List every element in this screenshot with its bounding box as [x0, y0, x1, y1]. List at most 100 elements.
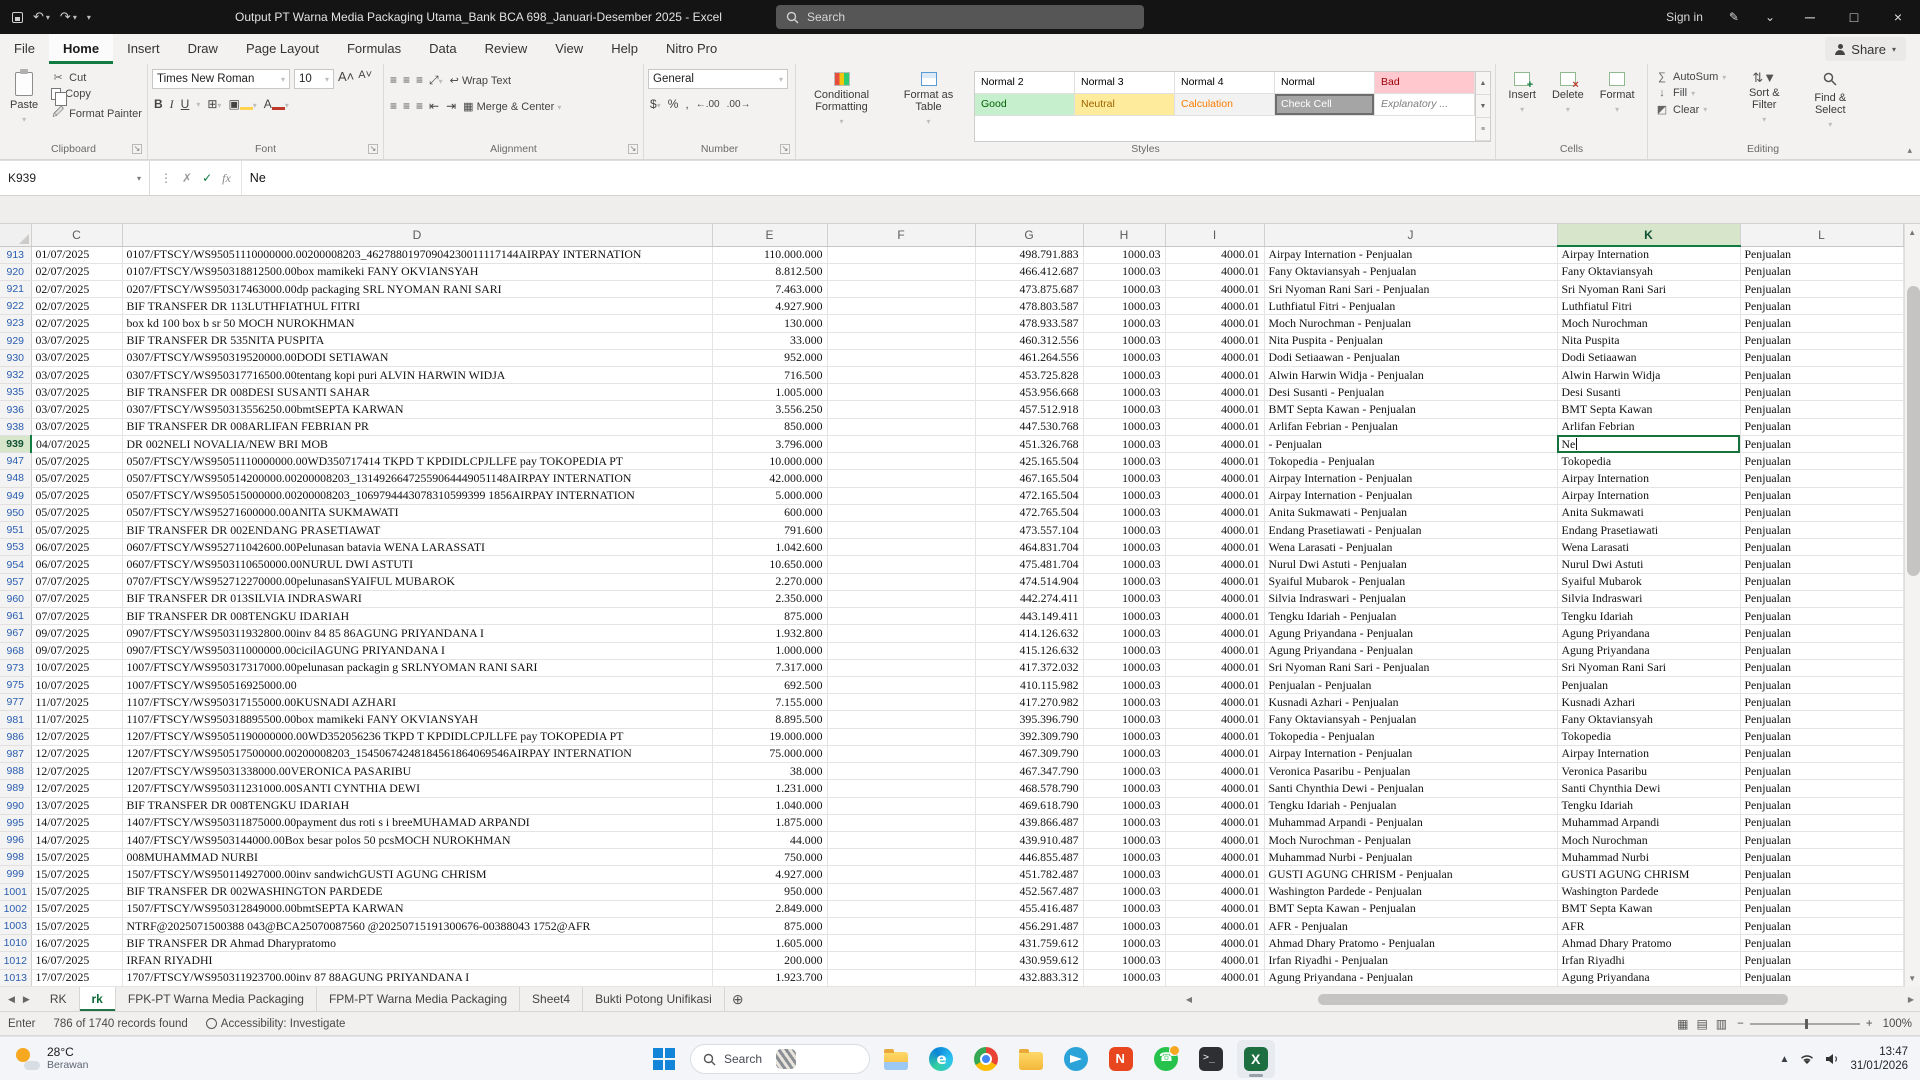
- cell-K1003[interactable]: AFR: [1557, 917, 1741, 936]
- cell-G935[interactable]: 453.956.668: [975, 383, 1084, 402]
- cell-I953[interactable]: 4000.01: [1165, 538, 1265, 557]
- insert-function-button[interactable]: fx: [222, 171, 231, 186]
- cell-E936[interactable]: 3.556.250: [712, 400, 828, 419]
- scroll-up-icon[interactable]: ▲: [1905, 224, 1920, 241]
- cell-G1010[interactable]: 431.759.612: [975, 934, 1084, 953]
- cell-K988[interactable]: Veronica Pasaribu: [1557, 762, 1741, 781]
- ribbon-tab-draw[interactable]: Draw: [174, 34, 232, 64]
- cell-I973[interactable]: 4000.01: [1165, 659, 1265, 677]
- merge-center-button[interactable]: ▦ Merge & Center ▾: [463, 100, 561, 113]
- cell-H921[interactable]: 1000.03: [1083, 280, 1166, 299]
- row-header-923[interactable]: 923: [0, 314, 32, 333]
- cell-L996[interactable]: Penjualan: [1740, 831, 1904, 850]
- cell-K936[interactable]: BMT Septa Kawan: [1557, 400, 1741, 419]
- cell-I935[interactable]: 4000.01: [1165, 383, 1265, 402]
- cell-E996[interactable]: 44.000: [712, 831, 828, 850]
- cell-L1012[interactable]: Penjualan: [1740, 951, 1904, 970]
- cell-H960[interactable]: 1000.03: [1083, 590, 1166, 609]
- cell-I961[interactable]: 4000.01: [1165, 607, 1265, 626]
- cell-L981[interactable]: Penjualan: [1740, 710, 1904, 729]
- cell-C968[interactable]: 09/07/2025: [31, 642, 123, 660]
- cell-style-normal-4[interactable]: Normal 4: [1175, 72, 1275, 94]
- gallery-down-icon[interactable]: ▼: [1476, 95, 1490, 118]
- cell-K930[interactable]: Dodi Setiaawan: [1557, 349, 1741, 368]
- cell-L1013[interactable]: Penjualan: [1740, 969, 1904, 988]
- cell-I988[interactable]: 4000.01: [1165, 762, 1265, 781]
- cell-K923[interactable]: Moch Nurochman: [1557, 314, 1741, 333]
- cell-J954[interactable]: Nurul Dwi Astuti - Penjualan: [1264, 555, 1558, 574]
- cell-H954[interactable]: 1000.03: [1083, 555, 1166, 574]
- cell-H929[interactable]: 1000.03: [1083, 332, 1166, 350]
- cell-J1001[interactable]: Washington Pardede - Penjualan: [1264, 883, 1558, 901]
- dialog-launcher-icon[interactable]: ↘: [780, 144, 790, 154]
- autosum-button[interactable]: ∑ AutoSum ▾: [1652, 70, 1729, 84]
- cell-K913[interactable]: Airpay Internation: [1557, 246, 1741, 264]
- cell-L920[interactable]: Penjualan: [1740, 263, 1904, 281]
- cell-K1001[interactable]: Washington Pardede: [1557, 883, 1741, 901]
- cell-J920[interactable]: Fany Oktaviansyah - Penjualan: [1264, 263, 1558, 281]
- column-header-F[interactable]: F: [827, 224, 976, 247]
- borders-button[interactable]: ⊞▾: [207, 97, 221, 111]
- cell-L1010[interactable]: Penjualan: [1740, 934, 1904, 953]
- cell-J973[interactable]: Sri Nyoman Rani Sari - Penjualan: [1264, 659, 1558, 677]
- decrease-font-size-button[interactable]: A˅: [358, 69, 372, 89]
- cell-C951[interactable]: 05/07/2025: [31, 521, 123, 540]
- cell-G990[interactable]: 469.618.790: [975, 797, 1084, 815]
- cell-K954[interactable]: Nurul Dwi Astuti: [1557, 555, 1741, 574]
- cell-E961[interactable]: 875.000: [712, 607, 828, 626]
- cell-J953[interactable]: Wena Larasati - Penjualan: [1264, 538, 1558, 557]
- cell-G989[interactable]: 468.578.790: [975, 779, 1084, 798]
- cell-style-explanatory[interactable]: Explanatory ...: [1375, 94, 1475, 116]
- cell-D923[interactable]: box kd 100 box b sr 50 MOCH NUROKHMAN: [122, 314, 713, 333]
- cell-D960[interactable]: BIF TRANSFER DR 013SILVIA INDRASWARI: [122, 590, 713, 609]
- cell-D957[interactable]: 0707/FTSCY/WS952712270000.00pelunasanSYA…: [122, 573, 713, 591]
- cell-L998[interactable]: Penjualan: [1740, 848, 1904, 867]
- cell-L960[interactable]: Penjualan: [1740, 590, 1904, 609]
- cell-G932[interactable]: 453.725.828: [975, 366, 1084, 385]
- cell-I999[interactable]: 4000.01: [1165, 865, 1265, 884]
- cell-H999[interactable]: 1000.03: [1083, 865, 1166, 884]
- cell-J981[interactable]: Fany Oktaviansyah - Penjualan: [1264, 710, 1558, 729]
- cell-J957[interactable]: Syaiful Mubarok - Penjualan: [1264, 573, 1558, 591]
- cell-I932[interactable]: 4000.01: [1165, 366, 1265, 385]
- cell-J947[interactable]: Tokopedia - Penjualan: [1264, 452, 1558, 471]
- font-size-select[interactable]: 10 ▾: [294, 69, 334, 89]
- cell-E938[interactable]: 850.000: [712, 418, 828, 436]
- row-header-951[interactable]: 951: [0, 521, 32, 540]
- cell-K1010[interactable]: Ahmad Dhary Pratomo: [1557, 934, 1741, 953]
- middle-align-button[interactable]: ≡: [403, 73, 410, 87]
- cell-D921[interactable]: 0207/FTSCY/WS950317463000.00dp packaging…: [122, 280, 713, 299]
- cell-K996[interactable]: Moch Nurochman: [1557, 831, 1741, 850]
- cell-G960[interactable]: 442.274.411: [975, 590, 1084, 609]
- cell-C935[interactable]: 03/07/2025: [31, 383, 123, 402]
- cell-K932[interactable]: Alwin Harwin Widja: [1557, 366, 1741, 385]
- comma-style-button[interactable]: ,: [685, 97, 688, 111]
- increase-decimal-button[interactable]: ←.00: [696, 99, 720, 110]
- paste-button[interactable]: Paste ▾: [4, 67, 44, 142]
- cell-L1003[interactable]: Penjualan: [1740, 917, 1904, 936]
- cell-C1002[interactable]: 15/07/2025: [31, 900, 123, 919]
- cell-C1010[interactable]: 16/07/2025: [31, 934, 123, 953]
- cell-H953[interactable]: 1000.03: [1083, 538, 1166, 557]
- cell-J960[interactable]: Silvia Indraswari - Penjualan: [1264, 590, 1558, 609]
- cell-H947[interactable]: 1000.03: [1083, 452, 1166, 471]
- cell-G981[interactable]: 395.396.790: [975, 710, 1084, 729]
- select-all-corner[interactable]: [0, 224, 32, 247]
- sheet-nav-left-icon[interactable]: ◀: [8, 994, 15, 1005]
- row-header-986[interactable]: 986: [0, 728, 32, 746]
- cell-L913[interactable]: Penjualan: [1740, 246, 1904, 264]
- cell-D981[interactable]: 1107/FTSCY/WS950318895500.00box mamikeki…: [122, 710, 713, 729]
- cell-G986[interactable]: 392.309.790: [975, 728, 1084, 746]
- cell-I1012[interactable]: 4000.01: [1165, 951, 1265, 970]
- scroll-left-icon[interactable]: ◀: [1180, 995, 1198, 1004]
- titlebar-search-box[interactable]: Search: [776, 5, 1144, 29]
- cell-L949[interactable]: Penjualan: [1740, 487, 1904, 505]
- dialog-launcher-icon[interactable]: ↘: [132, 144, 142, 154]
- cell-J929[interactable]: Nita Puspita - Penjualan: [1264, 332, 1558, 350]
- cell-G954[interactable]: 475.481.704: [975, 555, 1084, 574]
- cell-L938[interactable]: Penjualan: [1740, 418, 1904, 436]
- cell-E973[interactable]: 7.317.000: [712, 659, 828, 677]
- cell-E967[interactable]: 1.932.800: [712, 624, 828, 643]
- chrome-button[interactable]: [967, 1040, 1005, 1078]
- gallery-more-icon[interactable]: ≡: [1476, 118, 1490, 141]
